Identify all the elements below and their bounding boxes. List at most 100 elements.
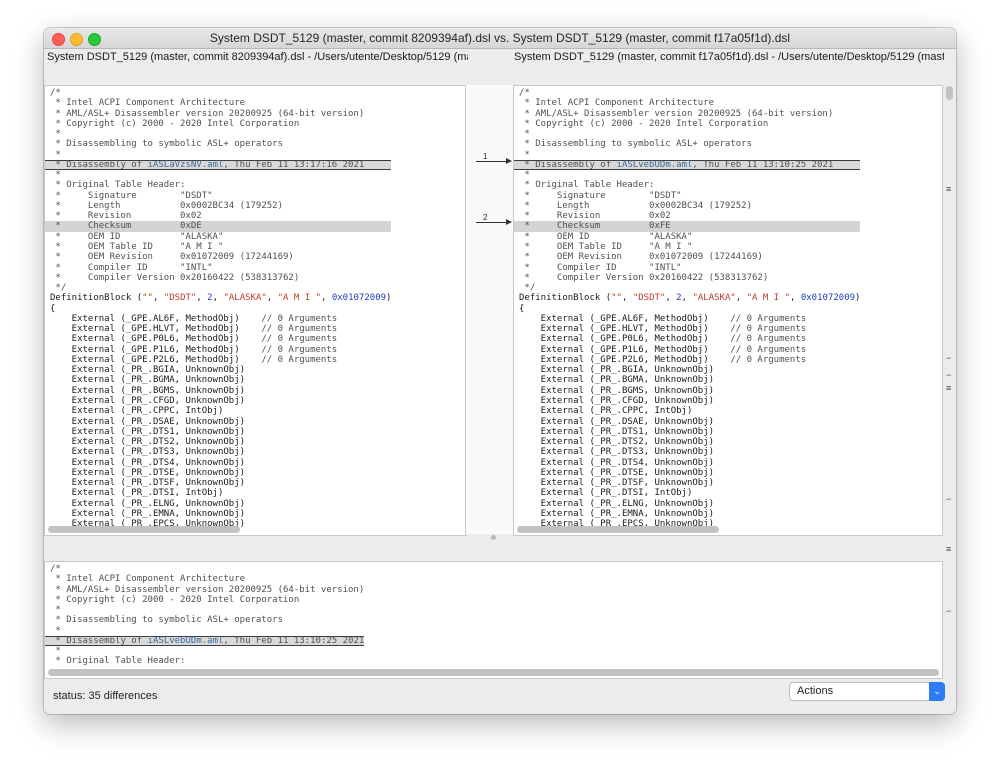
code-line: * Intel ACPI Component Architecture xyxy=(50,98,246,109)
code-line: * Original Table Header: xyxy=(519,180,655,191)
external-decl: External (_GPE.HLVT, MethodObj) xyxy=(50,324,262,335)
code-line: * xyxy=(519,170,530,181)
code-line: * OEM Revision 0x01072009 (17244169) xyxy=(519,252,763,263)
split-handle[interactable] xyxy=(491,535,496,540)
diff-marker-3: − xyxy=(946,370,952,380)
diff-marker-4: ≡ xyxy=(946,383,952,393)
left-file-header: System DSDT_5129 (master, commit 8209394… xyxy=(47,51,468,63)
diff-marker-2: − xyxy=(946,353,952,363)
external-line: External (_GPE.P1L6, MethodObj) // 0 Arg… xyxy=(514,345,860,355)
code-line: /* xyxy=(50,564,61,574)
disassembly-line: * Disassembly of iASLvebUDm.aml, Thu Feb… xyxy=(514,159,861,171)
external-line: External (_PR_.DTS2, UnknownObj) xyxy=(519,437,715,448)
code-line: * xyxy=(50,170,61,181)
code-line: */ xyxy=(50,283,67,294)
external-line: External (_PR_.CFGD, UnknownObj) xyxy=(519,395,715,406)
defblock-arg: 0x01072009 xyxy=(331,293,387,304)
disassembly-prefix: * Disassembly of xyxy=(519,159,617,170)
defblock-arg: "A M I " xyxy=(277,293,321,304)
defblock-arg: "DSDT" xyxy=(163,293,197,304)
external-line: External (_PR_.ELNG, UnknownObj) xyxy=(519,498,715,509)
actions-popup[interactable]: Actions ⌄ xyxy=(789,682,945,701)
diff-arrow-1[interactable] xyxy=(476,158,512,164)
external-line: External (_PR_.DTSF, UnknownObj) xyxy=(50,478,246,489)
defblock-sep: , xyxy=(735,293,747,304)
bottom-horizontal-scrollbar[interactable] xyxy=(48,669,939,676)
external-line: External (_GPE.P2L6, MethodObj) // 0 Arg… xyxy=(514,355,860,365)
left-horizontal-scrollbar[interactable] xyxy=(48,526,240,533)
code-line: * xyxy=(50,129,61,140)
defblock-sep: , xyxy=(212,293,224,304)
external-decl: External (_GPE.P2L6, MethodObj) xyxy=(519,354,731,365)
code-line: * Signature "DSDT" xyxy=(519,190,682,201)
external-comment: // 0 Arguments xyxy=(730,344,807,355)
defblock-sep: , xyxy=(196,293,208,304)
code-line: * OEM Revision 0x01072009 (17244169) xyxy=(50,252,294,263)
external-line: External (_GPE.P1L6, MethodObj) // 0 Arg… xyxy=(45,345,391,355)
filemerge-window: System DSDT_5129 (master, commit 8209394… xyxy=(44,28,956,714)
defblock-sep: , xyxy=(321,293,332,304)
external-line: External (_GPE.AL6F, MethodObj) // 0 Arg… xyxy=(45,314,391,324)
code-line: * Compiler Version 0x20160422 (538313762… xyxy=(519,272,769,283)
code-line: * OEM Table ID "A M I " xyxy=(50,241,224,252)
right-code-pane[interactable]: /* * Intel ACPI Component Architecture *… xyxy=(513,85,943,536)
code-line: * Compiler Version 0x20160422 (538313762… xyxy=(50,272,300,283)
code-line: * OEM ID "ALASKA" xyxy=(50,231,224,242)
definition-block-line: DefinitionBlock ("", "DSDT", 2, "ALASKA"… xyxy=(514,293,860,303)
external-line: External (_PR_.DTS1, UnknownObj) xyxy=(519,426,715,437)
difference-count: 35 differences xyxy=(88,690,158,702)
external-comment: // 0 Arguments xyxy=(261,324,338,335)
window-title: System DSDT_5129 (master, commit 8209394… xyxy=(209,31,791,45)
defblock-prefix: DefinitionBlock ( xyxy=(519,293,612,304)
disassembly-prefix: * Disassembly of xyxy=(50,635,148,646)
code-line: * AML/ASL+ Disassembler version 20200925… xyxy=(50,584,365,595)
defblock-arg: "" xyxy=(611,293,622,304)
defblock-arg: "" xyxy=(142,293,153,304)
code-line: * Original Table Header: xyxy=(50,656,186,667)
code-line: * Length 0x0002BC34 (179252) xyxy=(50,200,283,211)
defblock-sep: , xyxy=(152,293,164,304)
defblock-arg: "ALASKA" xyxy=(223,293,267,304)
merge-output-pane[interactable]: /* * Intel ACPI Component Architecture *… xyxy=(44,561,943,679)
diff-marker-5: − xyxy=(946,494,952,504)
defblock-prefix: DefinitionBlock ( xyxy=(50,293,143,304)
external-line: External (_PR_.DTS3, UnknownObj) xyxy=(50,447,246,458)
external-line: External (_PR_.CPPC, IntObj) xyxy=(519,406,693,417)
disassembly-line: * Disassembly of iASLaVzsNV.aml, Thu Feb… xyxy=(45,159,392,171)
defblock-sep: , xyxy=(621,293,633,304)
diff-arrow-2[interactable] xyxy=(476,219,512,225)
external-line: External (_PR_.BGMS, UnknownObj) xyxy=(519,385,715,396)
external-line: External (_GPE.P0L6, MethodObj) // 0 Arg… xyxy=(45,334,391,344)
diff-gutter: 1 2 xyxy=(465,85,515,534)
chevron-updown-icon: ⌄ xyxy=(929,682,945,701)
checksum-line: * Checksum 0xFE xyxy=(514,221,861,232)
external-comment: // 0 Arguments xyxy=(730,324,807,335)
external-decl: External (_GPE.HLVT, MethodObj) xyxy=(519,324,731,335)
code-line: * Intel ACPI Component Architecture xyxy=(50,574,246,585)
code-line: * Disassembling to symbolic ASL+ operato… xyxy=(50,139,283,150)
external-line: External (_PR_.DSAE, UnknownObj) xyxy=(519,416,715,427)
external-decl: External (_GPE.P0L6, MethodObj) xyxy=(519,334,731,345)
external-comment: // 0 Arguments xyxy=(730,354,807,365)
code-line: * Compiler ID "INTL" xyxy=(519,262,682,273)
right-vertical-scrollbar[interactable] xyxy=(946,86,953,100)
code-line: * OEM Table ID "A M I " xyxy=(519,241,693,252)
right-horizontal-scrollbar[interactable] xyxy=(517,526,719,533)
code-line: * Revision 0x02 xyxy=(519,211,671,222)
external-comment: // 0 Arguments xyxy=(261,344,338,355)
merge-output-text: /* * Intel ACPI Component Architecture *… xyxy=(45,564,365,667)
disassembly-file: iASLvebUDm.aml xyxy=(616,159,693,170)
external-line: External (_PR_.BGIA, UnknownObj) xyxy=(519,365,715,376)
left-code-pane[interactable]: /* * Intel ACPI Component Architecture *… xyxy=(44,85,467,536)
external-decl: External (_GPE.P1L6, MethodObj) xyxy=(519,344,731,355)
external-line: External (_PR_.BGIA, UnknownObj) xyxy=(50,365,246,376)
external-line: External (_PR_.CPPC, IntObj) xyxy=(50,406,224,417)
code-line: /* xyxy=(519,88,530,98)
diff-marker-7: − xyxy=(946,606,952,616)
external-line: External (_PR_.DTS2, UnknownObj) xyxy=(50,437,246,448)
actions-label: Actions xyxy=(797,685,834,697)
code-line: * AML/ASL+ Disassembler version 20200925… xyxy=(519,108,834,119)
external-decl: External (_GPE.P0L6, MethodObj) xyxy=(50,334,262,345)
external-comment: // 0 Arguments xyxy=(730,334,807,345)
code-line: */ xyxy=(519,283,536,294)
